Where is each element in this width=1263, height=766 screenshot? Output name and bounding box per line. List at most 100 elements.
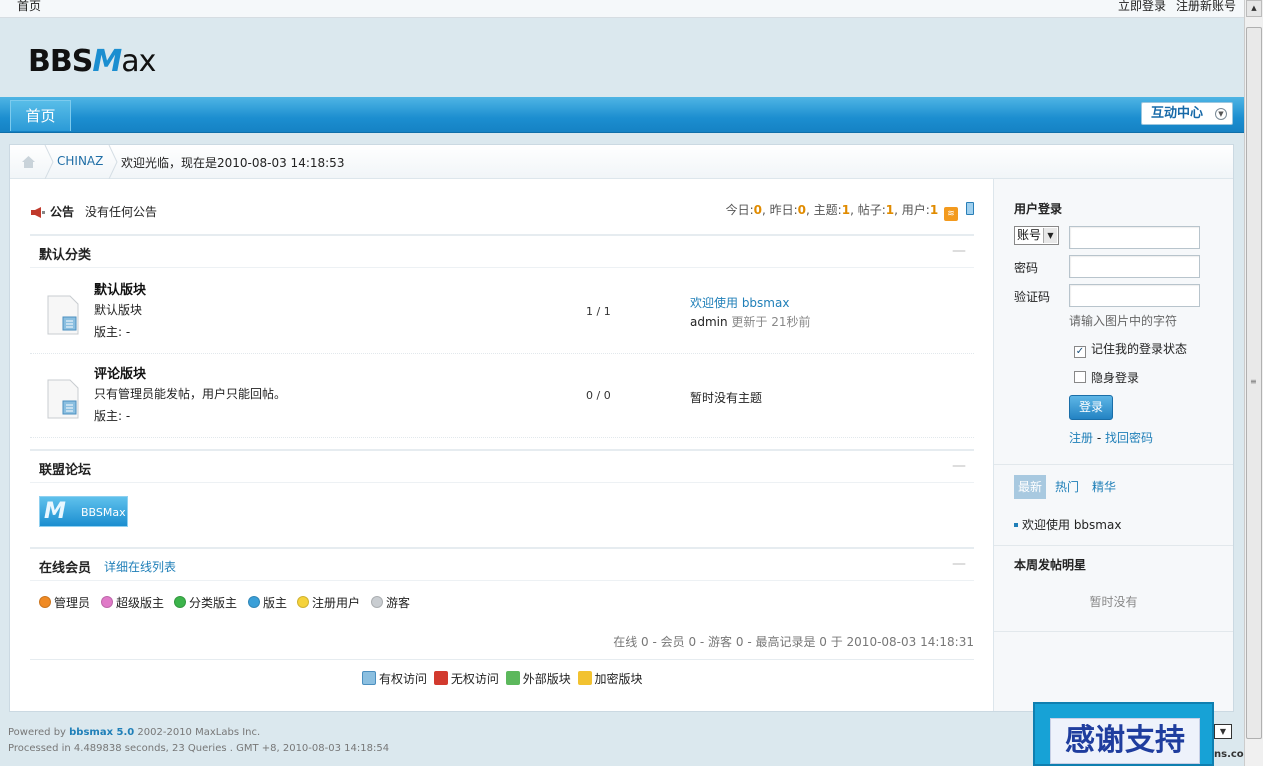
legend-item: 超级版主 [101,594,164,611]
product-link[interactable]: bbsmax 5.0 [69,727,134,738]
last-topic-link[interactable]: 欢迎使用 bbsmax [690,294,789,311]
forum-name[interactable]: 默认版块 [94,279,146,298]
tab-hot[interactable]: 热门 [1051,475,1083,499]
footer: Powered by bbsmax 5.0 2002-2010 MaxLabs … [8,725,389,757]
access-label: 有权访问 [379,672,428,686]
moderator-icon [248,596,260,608]
stat-label: , 用户: [894,203,930,217]
scroll-up-icon[interactable]: ▲ [1246,0,1262,17]
main-nav: 首页 互动中心 ▼ [0,97,1244,133]
legend-item: 分类版主 [174,594,237,611]
forum-count: 0 / 0 [586,389,611,402]
tab-featured[interactable]: 精华 [1088,475,1120,499]
alliance-badge-label: BBSMax [81,506,126,519]
rss-icon[interactable]: ≋ [944,207,958,221]
legend-label: 注册用户 [312,596,361,610]
processed-info: Processed in 4.489838 seconds, 23 Querie… [8,743,390,754]
announcement-bar: 公告 没有任何公告 今日:0, 昨日:0, 主题:1, 帖子:1, 用户:1 ≋ [30,202,974,222]
alliance-logo-bbsmax[interactable]: M BBSMax [39,496,128,527]
welcome-text: 欢迎光临，现在是2010-08-03 14:18:53 [121,156,345,170]
last-post-user[interactable]: admin [690,315,728,329]
remember-me-checkbox[interactable]: ✓ 记住我的登录状态 [1074,340,1187,358]
forum-moderator: 版主: - [94,325,131,339]
top-bar: 首页 立即登录 注册新账号 [0,0,1244,18]
category-moderator-icon [174,596,186,608]
forbidden-icon [433,671,448,685]
bullet-icon [1014,523,1018,527]
tab-latest[interactable]: 最新 [1014,475,1047,499]
access-label: 外部版块 [522,672,571,686]
legend-label: 版主 [263,596,288,610]
forum-name[interactable]: 评论版块 [94,363,146,382]
divider [30,659,974,660]
latest-topic-title: 欢迎使用 bbsmax [1022,518,1122,532]
thanks-banner[interactable]: 感谢支持 [1033,702,1214,766]
breadcrumb-separator-icon [44,145,54,179]
stat-label: , 帖子: [850,203,886,217]
account-type-value: 账号 [1017,228,1042,242]
category-title[interactable]: 联盟论坛 [39,459,91,478]
last-post-time: 更新于 21秒前 [727,315,811,329]
legend-item: 管理员 [39,594,90,611]
password-label: 密码 [1014,261,1039,275]
breadcrumb-site-link[interactable]: CHINAZ [57,154,103,168]
stat-label: 今日: [725,203,754,217]
interact-center-menu[interactable]: 互动中心 ▼ [1141,102,1233,125]
register-link[interactable]: 注册 [1069,431,1093,445]
legend-label: 游客 [386,596,411,610]
lock-icon [577,671,592,685]
invisible-login-checkbox[interactable]: 隐身登录 [1074,369,1139,386]
category-header-online: 在线会员 详细在线列表 — [30,547,974,581]
member-legend: 管理员 超级版主 分类版主 版主 注册用户 游客 [39,594,939,610]
legend-label: 分类版主 [189,596,238,610]
bbsmax-logo-mark: M [44,499,66,524]
stat-label: , 主题: [806,203,842,217]
collapse-icon[interactable]: — [952,243,966,259]
legend-item: 版主 [248,594,287,611]
login-button[interactable]: 登录 [1069,395,1113,420]
password-input[interactable] [1069,255,1200,278]
collapse-icon[interactable]: — [952,458,966,474]
register-link[interactable]: 注册新账号 [1176,0,1236,13]
nav-tab-home[interactable]: 首页 [10,100,71,131]
megaphone-icon [31,207,45,218]
mobile-icon[interactable] [966,202,974,215]
invisible-login-label: 隐身登录 [1091,371,1140,385]
recover-password-link[interactable]: 找回密码 [1105,431,1153,445]
thanks-text: 感谢支持 [1050,718,1200,764]
online-list-link[interactable]: 详细在线列表 [104,558,176,575]
site-logo[interactable]: BBSMax [28,44,156,79]
super-moderator-icon [101,596,113,608]
category-title[interactable]: 默认分类 [39,244,91,263]
remember-me-label: 记住我的登录状态 [1091,342,1188,356]
checkbox-checked-icon: ✓ [1074,346,1086,358]
forum-description: 默认版块 [94,303,143,317]
scroll-thumb[interactable]: ≡ [1246,27,1262,739]
powered-by: Powered by bbsmax 5.0 2002-2010 MaxLabs … [8,725,389,741]
latest-topic-item[interactable]: 欢迎使用 bbsmax [1014,516,1121,533]
legend-item: 注册用户 [297,594,360,611]
home-icon[interactable] [21,155,36,169]
vertical-scrollbar[interactable]: ▲ ≡ [1244,0,1263,766]
access-legend: 有权访问 无权访问 外部版块 加密版块 [362,670,646,687]
registered-user-icon [297,596,309,608]
forum-description: 只有管理员能发帖，用户只能回帖。 [94,387,287,401]
legend-label: 超级版主 [116,596,165,610]
grip-icon: ≡ [1250,377,1257,386]
no-topic-text: 暂时没有主题 [690,391,763,405]
announcement-label: 公告 [50,205,75,219]
category-header-alliance: 联盟论坛 — [30,449,974,483]
chevron-down-icon[interactable]: ▼ [1214,724,1232,739]
account-type-select[interactable]: 账号 ▼ [1014,226,1059,245]
forum-content: 公告 没有任何公告 今日:0, 昨日:0, 主题:1, 帖子:1, 用户:1 ≋… [30,179,974,711]
chevron-down-icon: ▼ [1215,108,1227,120]
stat-yesterday: 0 [797,203,807,217]
account-input[interactable] [1069,226,1200,249]
forum-icon [47,295,79,335]
top-home-link[interactable]: 首页 [17,0,41,14]
login-link[interactable]: 立即登录 [1118,0,1166,13]
captcha-input[interactable] [1069,284,1200,307]
collapse-icon[interactable]: — [952,556,966,572]
link-separator: - [1093,431,1105,445]
login-links: 注册 - 找回密码 [1069,429,1153,446]
